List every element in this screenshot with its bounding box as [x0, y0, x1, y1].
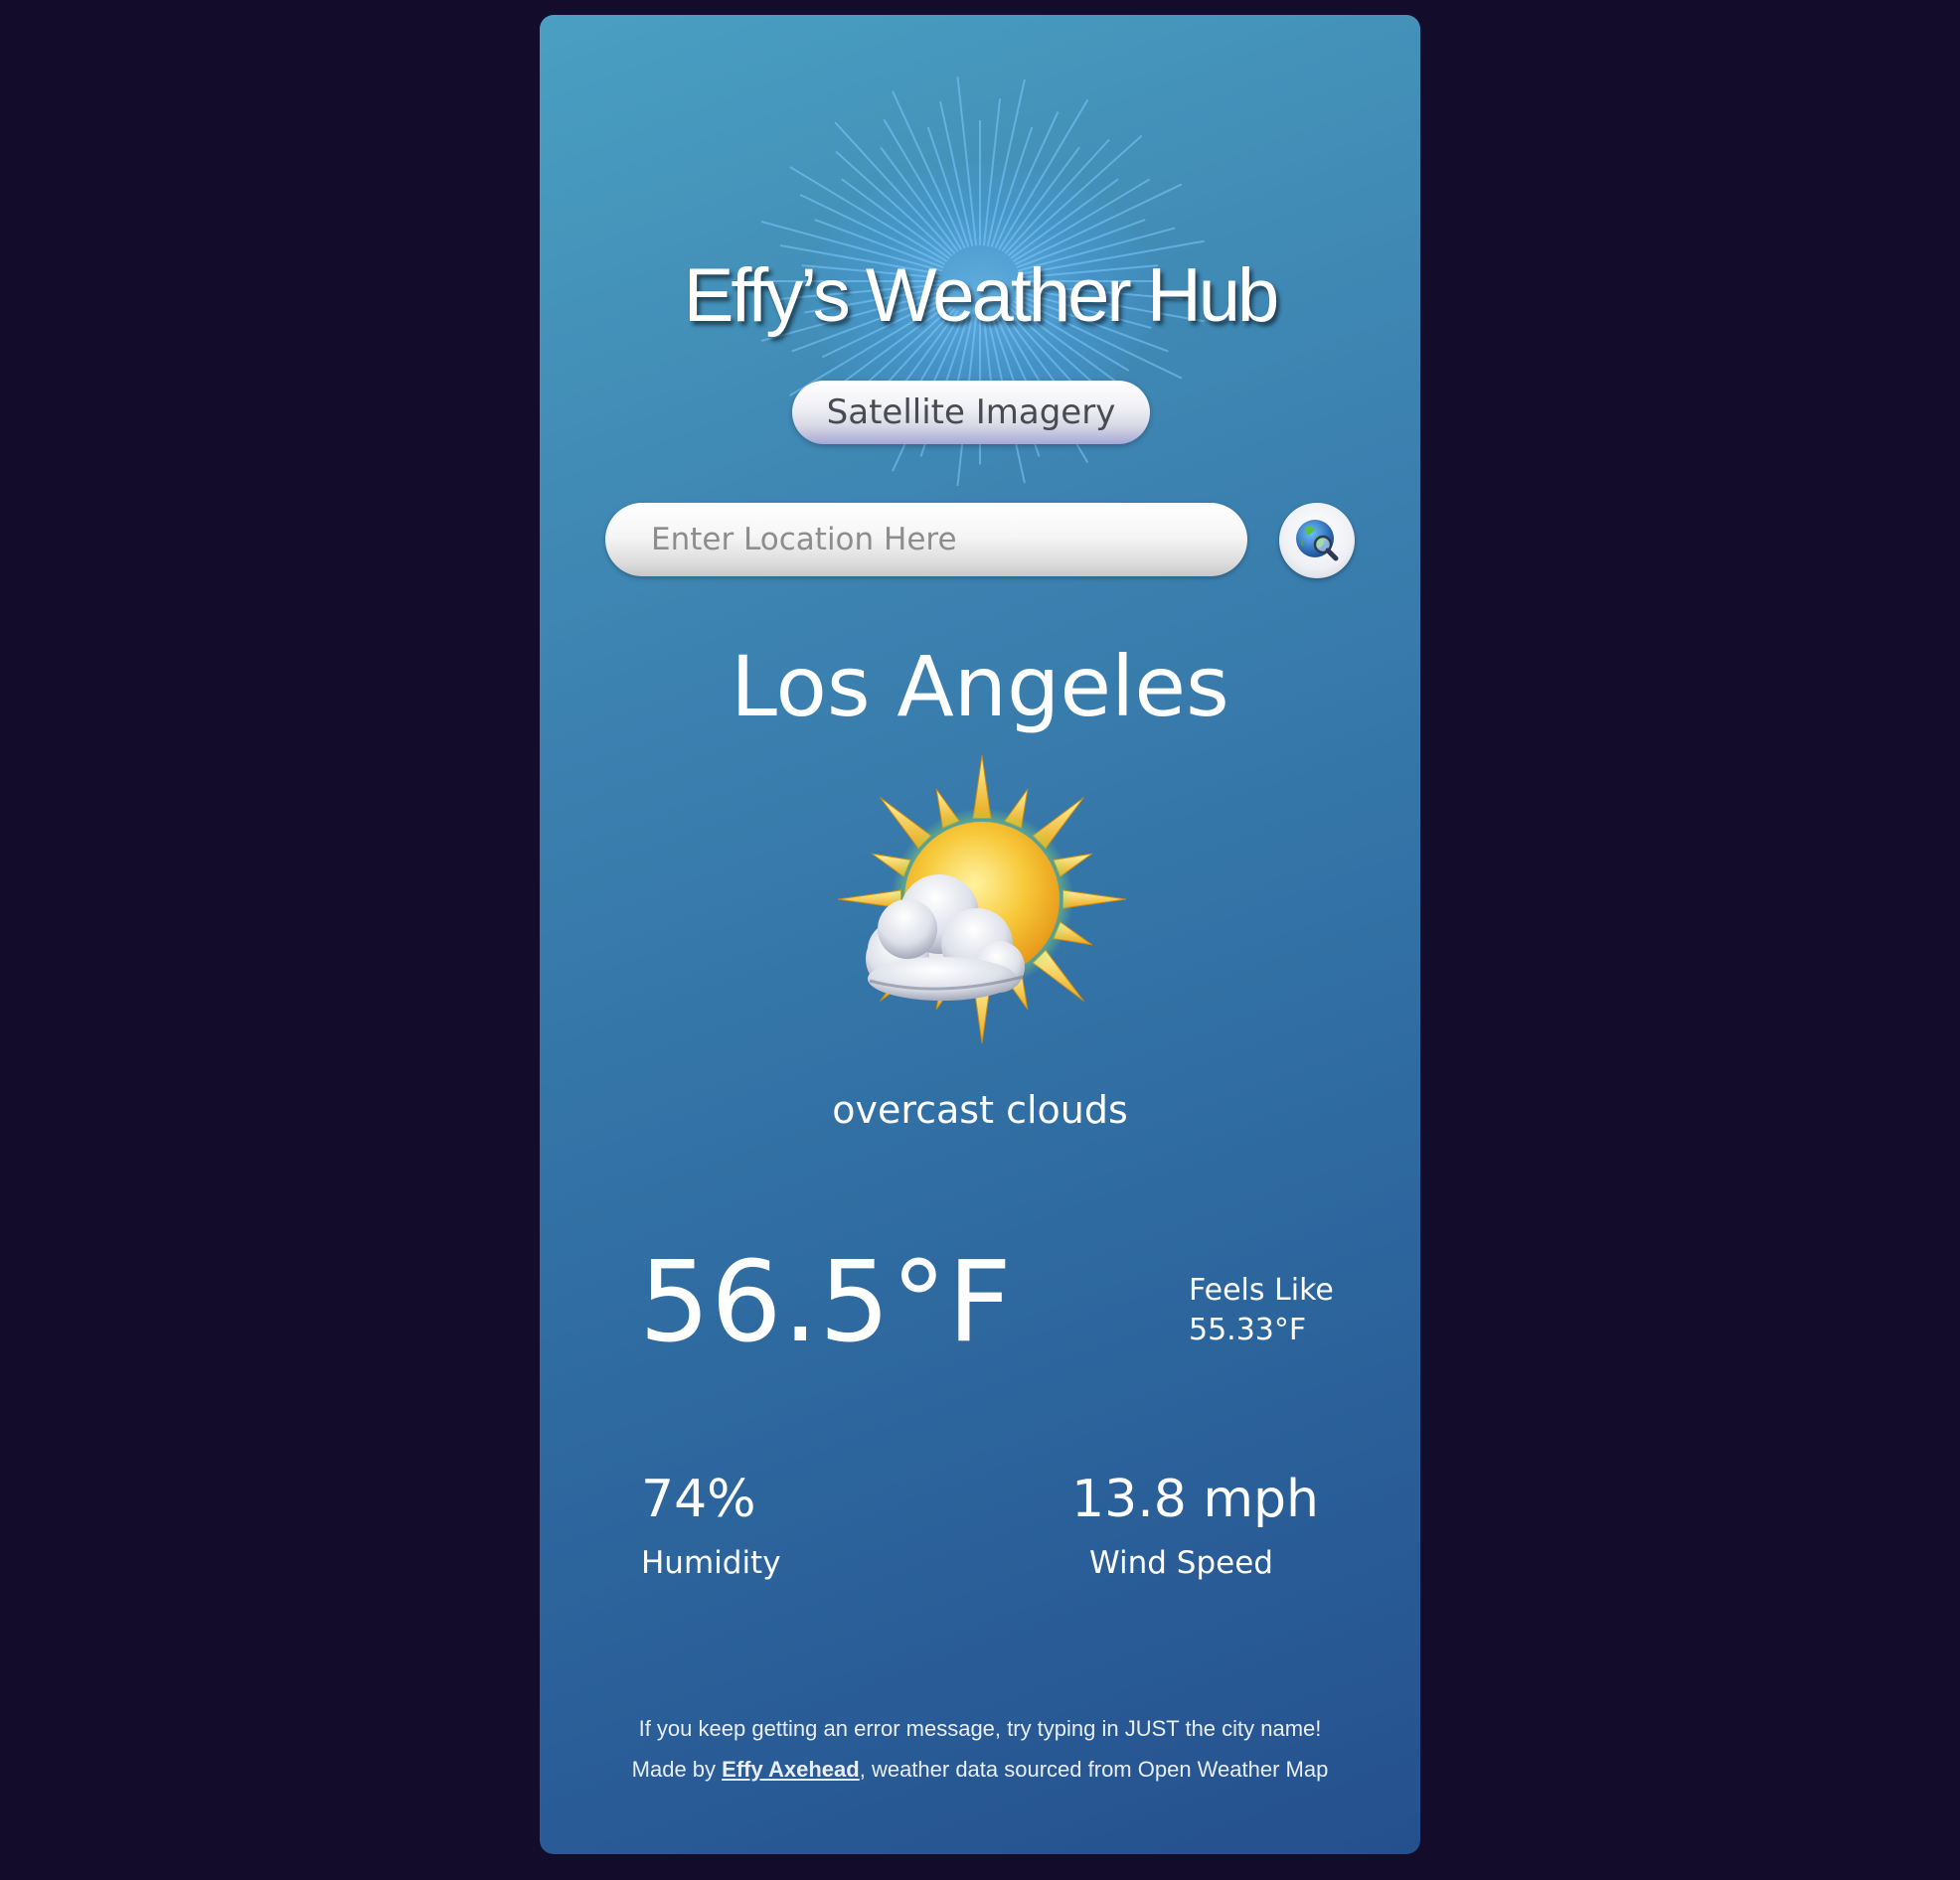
location-search-input[interactable]: [605, 503, 1247, 576]
satellite-imagery-button[interactable]: Satellite Imagery: [792, 381, 1150, 444]
temperature-value: 56.5°F: [639, 1238, 1013, 1367]
wind-speed-value: 13.8 mph: [1071, 1470, 1319, 1529]
error-tip-text: If you keep getting an error message, tr…: [638, 1716, 1322, 1741]
weather-description: overcast clouds: [832, 1088, 1128, 1132]
wind-speed-label: Wind Speed: [1089, 1545, 1273, 1581]
author-link[interactable]: Effy Axehead: [722, 1757, 860, 1782]
partly-cloudy-sun-icon: [828, 750, 1136, 1068]
humidity-label: Humidity: [641, 1545, 781, 1581]
search-button[interactable]: [1279, 503, 1355, 578]
credits-suffix: , weather data sourced from Open Weather…: [859, 1757, 1329, 1782]
humidity-value: 74%: [641, 1470, 756, 1529]
globe-search-icon: [1296, 520, 1339, 561]
feels-like-label: Feels Like: [1189, 1273, 1334, 1308]
credits-text: Made by Effy Axehead, weather data sourc…: [540, 1757, 1420, 1783]
city-name: Los Angeles: [731, 638, 1229, 735]
credits-prefix: Made by: [631, 1757, 723, 1782]
app-title: Effy’s Weather Hub: [683, 253, 1280, 338]
weather-card: Effy’s Weather Hub Satellite Imagery Los…: [540, 15, 1420, 1854]
feels-like-value: 55.33°F: [1189, 1313, 1307, 1347]
